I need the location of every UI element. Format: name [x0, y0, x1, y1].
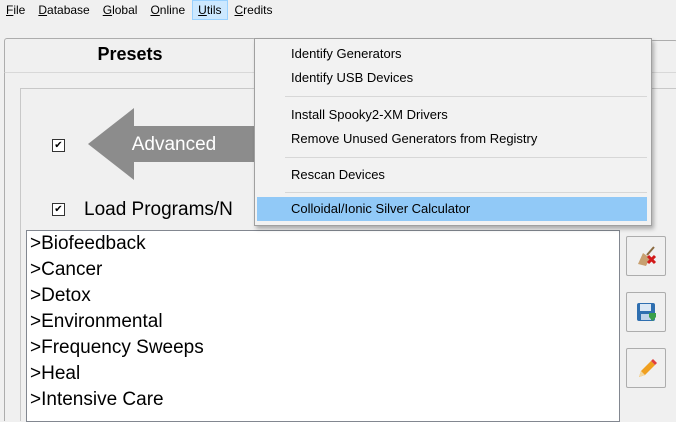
load-programs-checkbox[interactable]: ✔ — [52, 203, 65, 216]
save-disk-icon — [637, 303, 656, 321]
edit-button[interactable] — [626, 348, 666, 388]
list-item[interactable]: >Heal — [27, 361, 619, 387]
menu-utils[interactable]: Utils — [192, 0, 229, 20]
menu-item-rescan-devices[interactable]: Rescan Devices — [257, 163, 647, 187]
menu-item-identify-usb-devices[interactable]: Identify USB Devices — [257, 66, 647, 90]
list-item[interactable]: >Biofeedback — [27, 231, 619, 257]
menu-item-install-drivers[interactable]: Install Spooky2-XM Drivers — [257, 103, 647, 127]
menu-online[interactable]: Online — [144, 0, 192, 20]
menu-item-silver-calculator[interactable]: Colloidal/Ionic Silver Calculator — [257, 197, 647, 221]
broom-clear-icon — [638, 246, 657, 266]
menu-separator — [285, 96, 647, 97]
list-item[interactable]: >Detox — [27, 283, 619, 309]
list-item[interactable]: >Environmental — [27, 309, 619, 335]
program-list[interactable]: >Biofeedback >Cancer >Detox >Environment… — [26, 230, 620, 422]
advanced-label: Advanced — [131, 134, 217, 155]
clear-button[interactable] — [626, 236, 666, 276]
menu-item-remove-unused-generators[interactable]: Remove Unused Generators from Registry — [257, 127, 647, 151]
menu-separator — [285, 192, 647, 193]
menu-item-identify-generators[interactable]: Identify Generators — [257, 42, 647, 66]
utils-dropdown-menu: Identify Generators Identify USB Devices… — [254, 38, 652, 226]
tab-next[interactable] — [650, 40, 676, 71]
list-item[interactable]: >Cancer — [27, 257, 619, 283]
save-button[interactable] — [626, 292, 666, 332]
menu-bar: File Database Global Online Utils Credit… — [0, 0, 676, 20]
menu-database[interactable]: Database — [32, 0, 96, 20]
menu-file[interactable]: File — [0, 0, 32, 20]
advanced-checkbox[interactable]: ✔ — [52, 139, 65, 152]
load-programs-label: Load Programs/N — [84, 199, 233, 220]
menu-credits[interactable]: Credits — [228, 0, 279, 20]
list-item[interactable]: >Frequency Sweeps — [27, 335, 619, 361]
pencil-edit-icon — [639, 359, 657, 377]
menu-global[interactable]: Global — [97, 0, 145, 20]
menu-separator — [285, 157, 647, 158]
list-item[interactable]: >Intensive Care — [27, 387, 619, 413]
tab-presets-label: Presets — [97, 44, 163, 64]
tab-presets[interactable]: Presets — [4, 38, 256, 73]
